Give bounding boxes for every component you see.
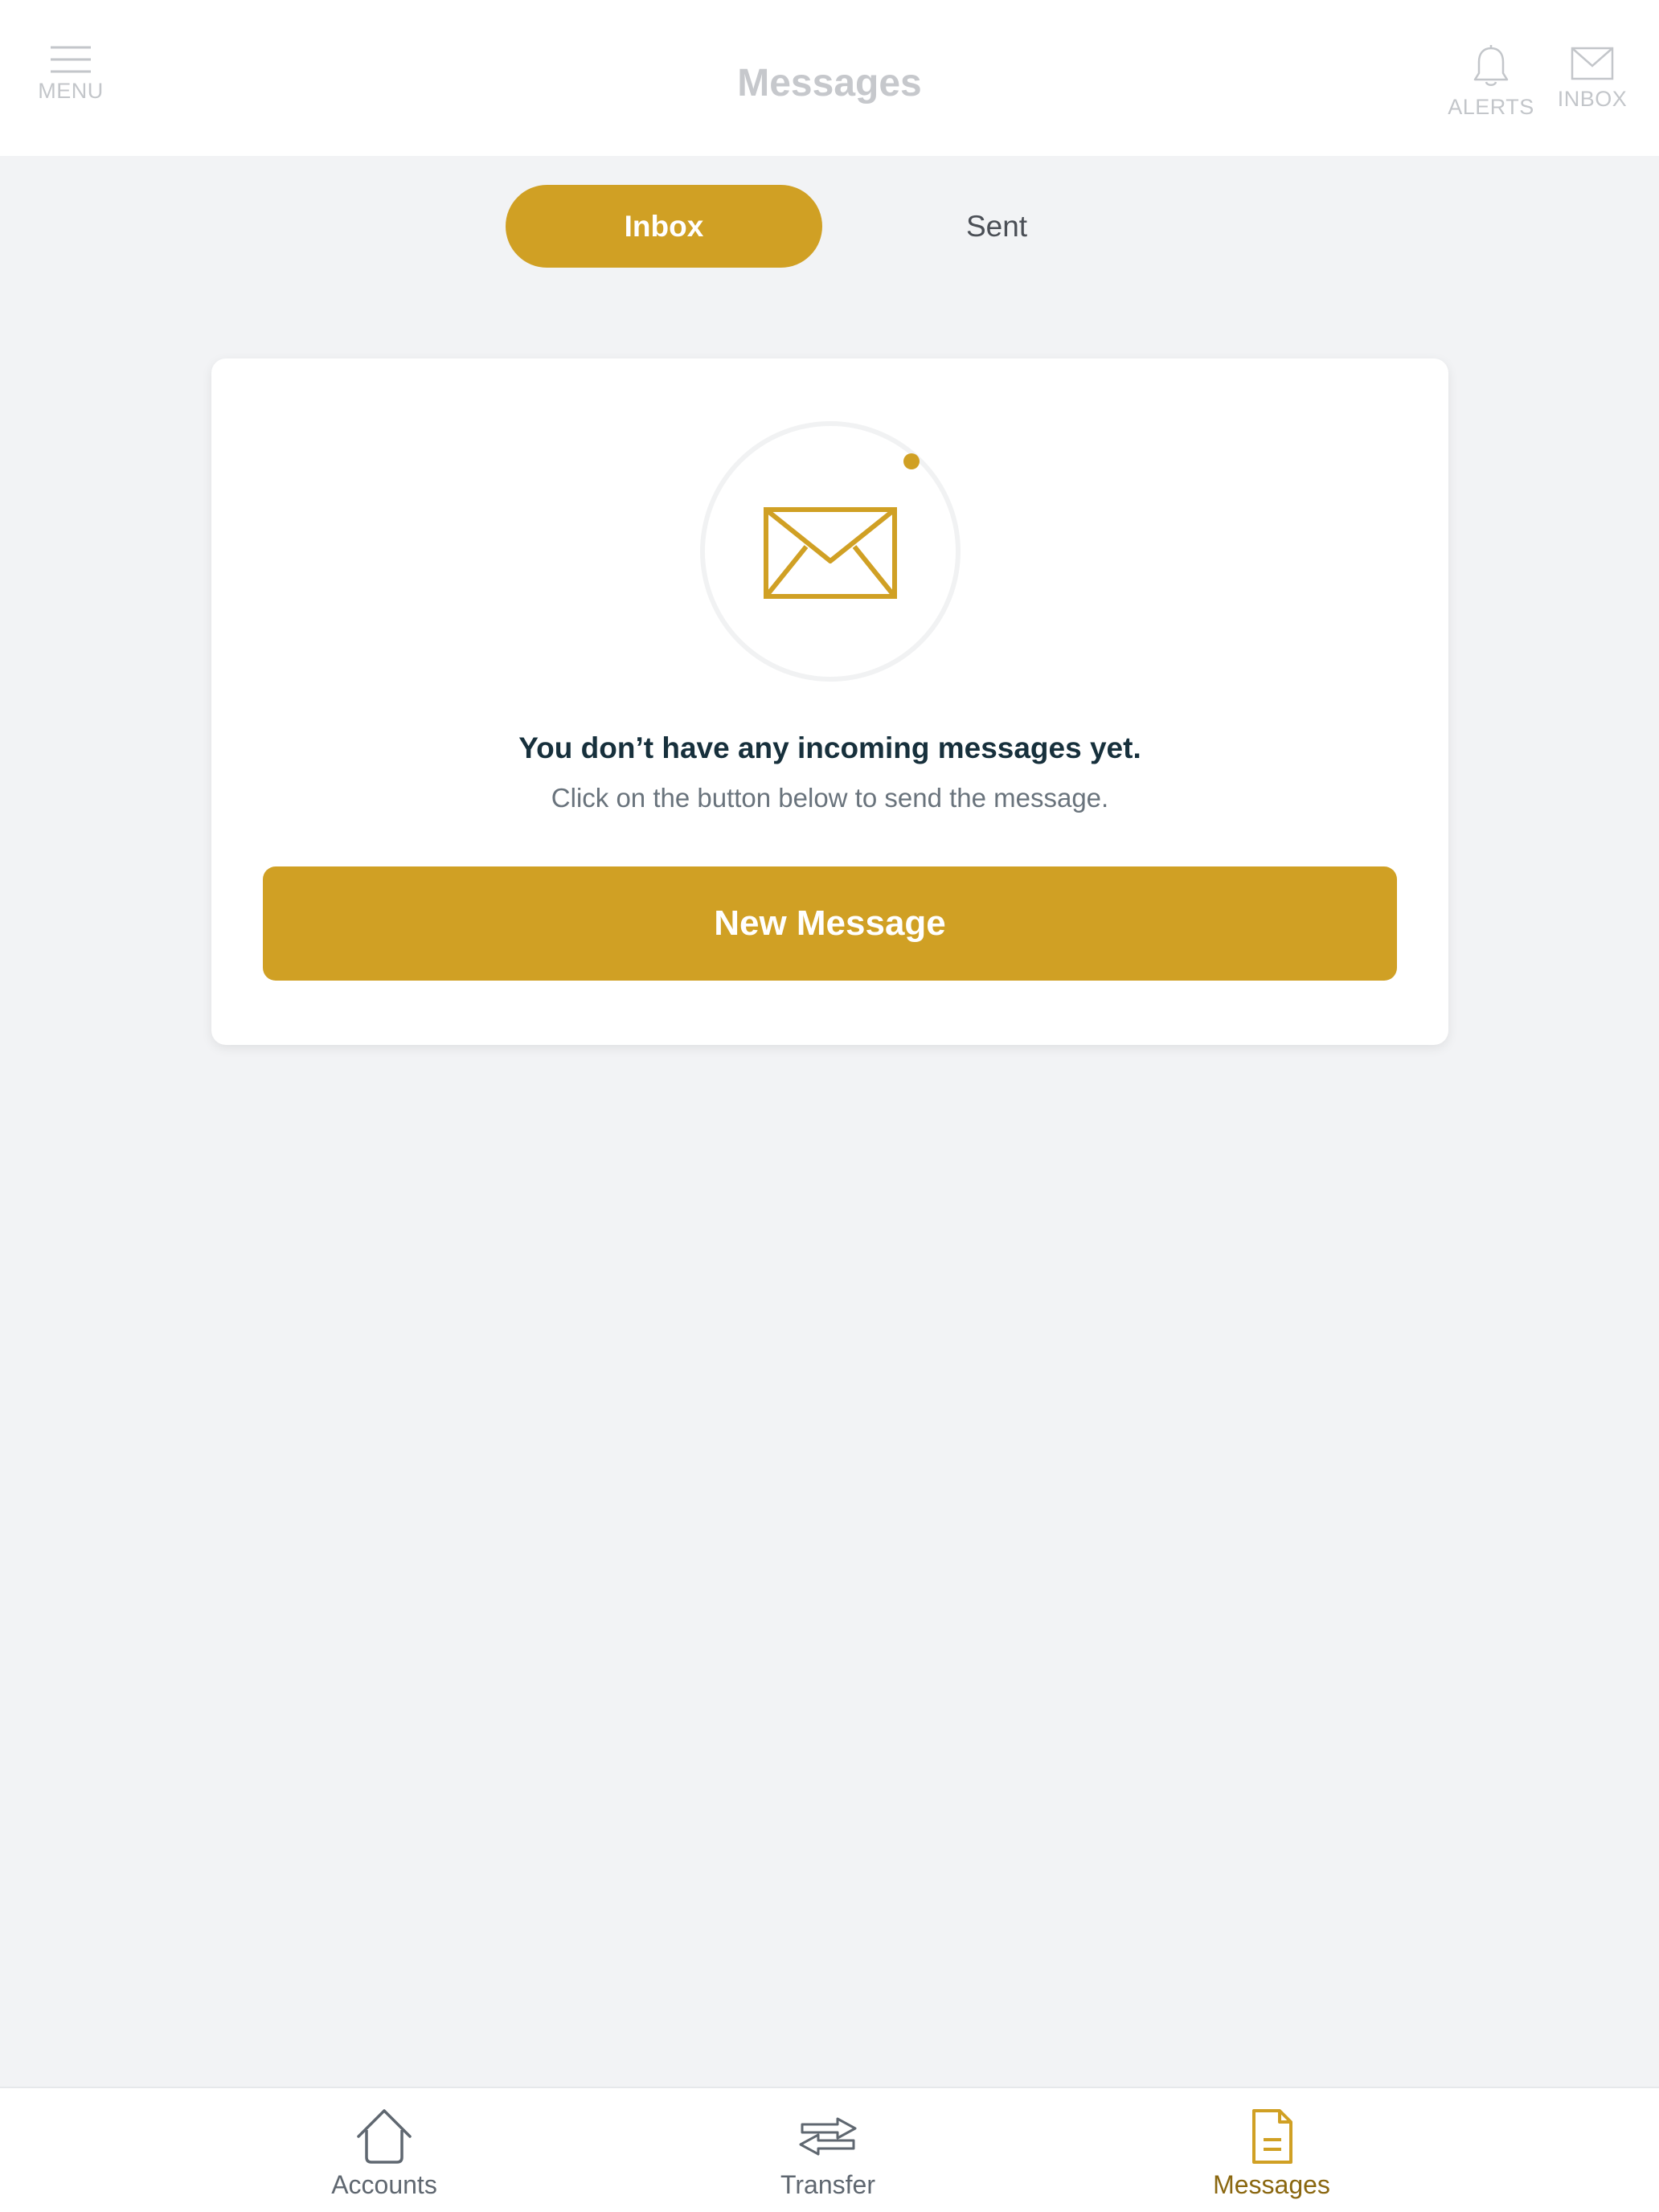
inbox-label: INBOX: [1557, 87, 1628, 111]
empty-state-card: You don’t have any incoming messages yet…: [211, 358, 1448, 1045]
document-icon: [1252, 2109, 1292, 2164]
alerts-button[interactable]: ALERTS: [1447, 45, 1535, 120]
envelope-icon: [1571, 47, 1614, 80]
nav-label-messages: Messages: [1213, 2170, 1330, 2199]
tab-inbox[interactable]: Inbox: [506, 185, 822, 268]
bell-icon: [1473, 45, 1509, 86]
empty-state-title: You don’t have any incoming messages yet…: [518, 731, 1141, 764]
alerts-label: ALERTS: [1448, 95, 1534, 119]
nav-item-accounts[interactable]: Accounts: [280, 2108, 489, 2200]
page-title: Messages: [737, 62, 922, 104]
empty-state-subtitle: Click on the button below to send the me…: [551, 783, 1109, 813]
nav-item-transfer[interactable]: Transfer: [723, 2108, 932, 2200]
nav-label-accounts: Accounts: [331, 2170, 437, 2199]
home-icon: [357, 2109, 412, 2164]
inbox-button[interactable]: INBOX: [1555, 45, 1630, 112]
transfer-arrows-icon: [799, 2117, 857, 2156]
tab-sent[interactable]: Sent: [838, 185, 1155, 268]
new-message-button[interactable]: New Message: [263, 866, 1397, 981]
nav-item-messages[interactable]: Messages: [1167, 2108, 1376, 2200]
envelope-icon: [700, 421, 961, 682]
bottom-nav: Accounts Transfer Messages: [0, 2087, 1659, 2212]
nav-label-transfer: Transfer: [780, 2170, 875, 2199]
top-header: MENU Messages ALERTS INBOX: [0, 0, 1659, 156]
